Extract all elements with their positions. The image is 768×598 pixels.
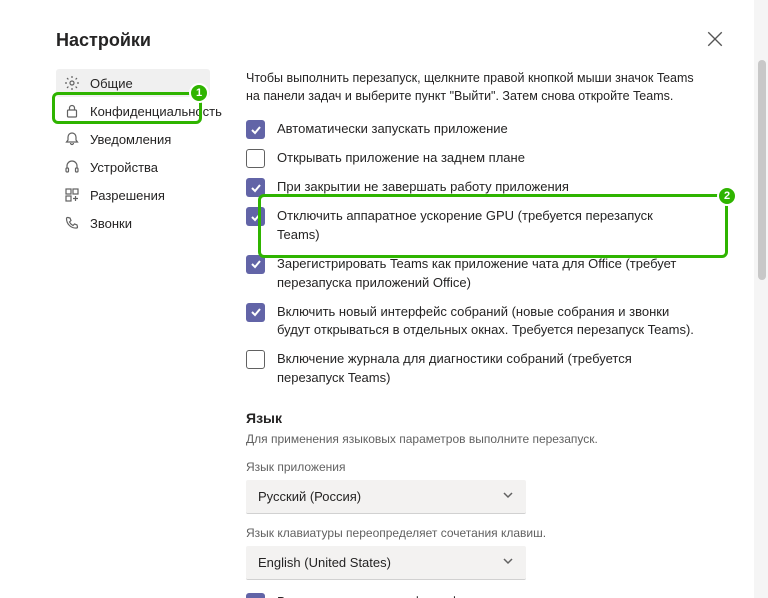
gear-icon xyxy=(64,75,80,91)
check-new-meeting-ui[interactable]: Включить новый интерфейс собраний (новые… xyxy=(246,302,696,341)
checkbox-icon xyxy=(246,120,265,139)
headset-icon xyxy=(64,159,80,175)
sidebar-item-permissions[interactable]: Разрешения xyxy=(56,181,210,209)
apps-icon xyxy=(64,187,80,203)
settings-window: Настройки Общие Конфиденциальность xyxy=(0,0,768,598)
chevron-down-icon xyxy=(502,555,514,570)
check-auto-start[interactable]: Автоматически запускать приложение xyxy=(246,119,696,139)
check-label: Автоматически запускать приложение xyxy=(277,119,508,139)
check-disable-gpu[interactable]: Отключить аппаратное ускорение GPU (треб… xyxy=(246,206,696,245)
check-label: Зарегистрировать Teams как приложение ча… xyxy=(277,254,696,293)
sidebar: Общие Конфиденциальность Уведомления Уст… xyxy=(56,69,210,598)
checkbox-icon xyxy=(246,149,265,168)
checkbox-icon xyxy=(246,207,265,226)
sidebar-item-notifications[interactable]: Уведомления xyxy=(56,125,210,153)
chevron-down-icon xyxy=(502,489,514,504)
app-language-label: Язык приложения xyxy=(246,460,696,474)
check-spellcheck[interactable]: Включить проверку орфографии xyxy=(246,592,696,598)
annotation-badge-1: 1 xyxy=(189,83,209,103)
annotation-badge-2: 2 xyxy=(717,186,737,206)
scrollbar-thumb[interactable] xyxy=(758,60,766,280)
sidebar-item-devices[interactable]: Устройства xyxy=(56,153,210,181)
sidebar-item-calls[interactable]: Звонки xyxy=(56,209,210,237)
check-register-office[interactable]: Зарегистрировать Teams как приложение ча… xyxy=(246,254,696,293)
check-label: Включение журнала для диагностики собран… xyxy=(277,349,696,388)
check-open-background[interactable]: Открывать приложение на заднем плане xyxy=(246,148,696,168)
phone-icon xyxy=(64,215,80,231)
check-label: При закрытии не завершать работу приложе… xyxy=(277,177,569,197)
check-keep-running[interactable]: При закрытии не завершать работу приложе… xyxy=(246,177,696,197)
close-button[interactable] xyxy=(706,30,724,48)
scrollbar[interactable] xyxy=(754,0,768,598)
app-language-select[interactable]: Русский (Россия) xyxy=(246,480,526,514)
checkbox-icon xyxy=(246,178,265,197)
sidebar-item-label: Устройства xyxy=(90,160,158,175)
check-label: Отключить аппаратное ускорение GPU (треб… xyxy=(277,206,696,245)
sidebar-item-general[interactable]: Общие xyxy=(56,69,210,97)
check-label: Включить новый интерфейс собраний (новые… xyxy=(277,302,696,341)
checkbox-icon xyxy=(246,303,265,322)
language-section-title: Язык xyxy=(246,410,696,426)
close-icon xyxy=(706,36,724,51)
sidebar-item-label: Общие xyxy=(90,76,133,91)
select-value: English (United States) xyxy=(258,555,391,570)
content-pane: Чтобы выполнить перезапуск, щелкните пра… xyxy=(246,69,706,598)
sidebar-item-label: Разрешения xyxy=(90,188,165,203)
page-title: Настройки xyxy=(56,30,728,51)
language-section-sub: Для применения языковых параметров выпол… xyxy=(246,432,696,446)
lock-icon xyxy=(64,103,80,119)
keyboard-language-label: Язык клавиатуры переопределяет сочетания… xyxy=(246,526,696,540)
select-value: Русский (Россия) xyxy=(258,489,361,504)
restart-hint: Чтобы выполнить перезапуск, щелкните пра… xyxy=(246,69,696,105)
sidebar-item-label: Конфиденциальность xyxy=(90,104,222,119)
check-diagnostics-log[interactable]: Включение журнала для диагностики собран… xyxy=(246,349,696,388)
keyboard-language-select[interactable]: English (United States) xyxy=(246,546,526,580)
check-label: Включить проверку орфографии xyxy=(277,592,474,598)
bell-icon xyxy=(64,131,80,147)
checkbox-icon xyxy=(246,593,265,598)
checkbox-icon xyxy=(246,350,265,369)
checkbox-icon xyxy=(246,255,265,274)
sidebar-item-label: Звонки xyxy=(90,216,132,231)
layout: Общие Конфиденциальность Уведомления Уст… xyxy=(56,69,728,598)
check-label: Открывать приложение на заднем плане xyxy=(277,148,525,168)
sidebar-item-privacy[interactable]: Конфиденциальность xyxy=(56,97,210,125)
sidebar-item-label: Уведомления xyxy=(90,132,171,147)
